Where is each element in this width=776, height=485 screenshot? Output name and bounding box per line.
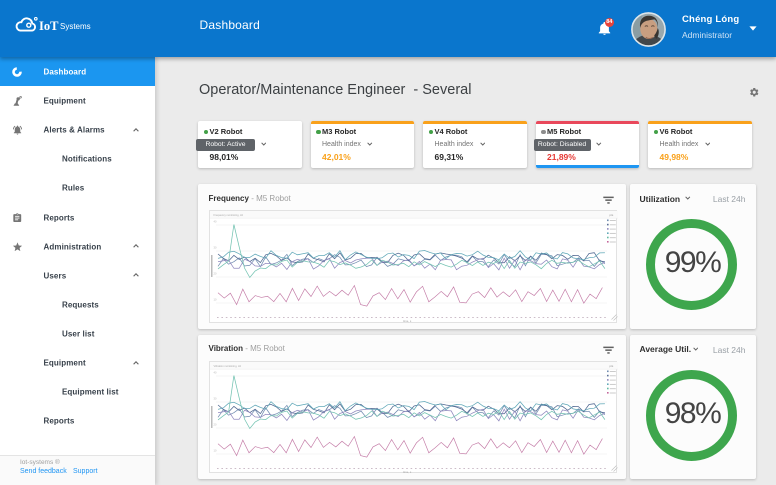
svg-text:time, s: time, s [403, 319, 412, 323]
svg-text:40: 40 [214, 370, 217, 374]
svg-text:pts: pts [610, 363, 614, 367]
svg-text:10: 10 [214, 448, 217, 452]
svg-text:30: 30 [214, 246, 217, 250]
svg-text:30: 30 [214, 396, 217, 400]
svg-text:40: 40 [214, 220, 217, 224]
svg-text:Frequency monitoring, Hz: Frequency monitoring, Hz [214, 213, 244, 217]
svg-text:pts: pts [610, 213, 614, 217]
svg-text:20: 20 [214, 272, 217, 276]
svg-text:10: 10 [214, 298, 217, 302]
svg-text:time, s: time, s [403, 469, 412, 473]
svg-text:Vibration monitoring, Hz: Vibration monitoring, Hz [214, 363, 242, 367]
svg-text:20: 20 [214, 422, 217, 426]
